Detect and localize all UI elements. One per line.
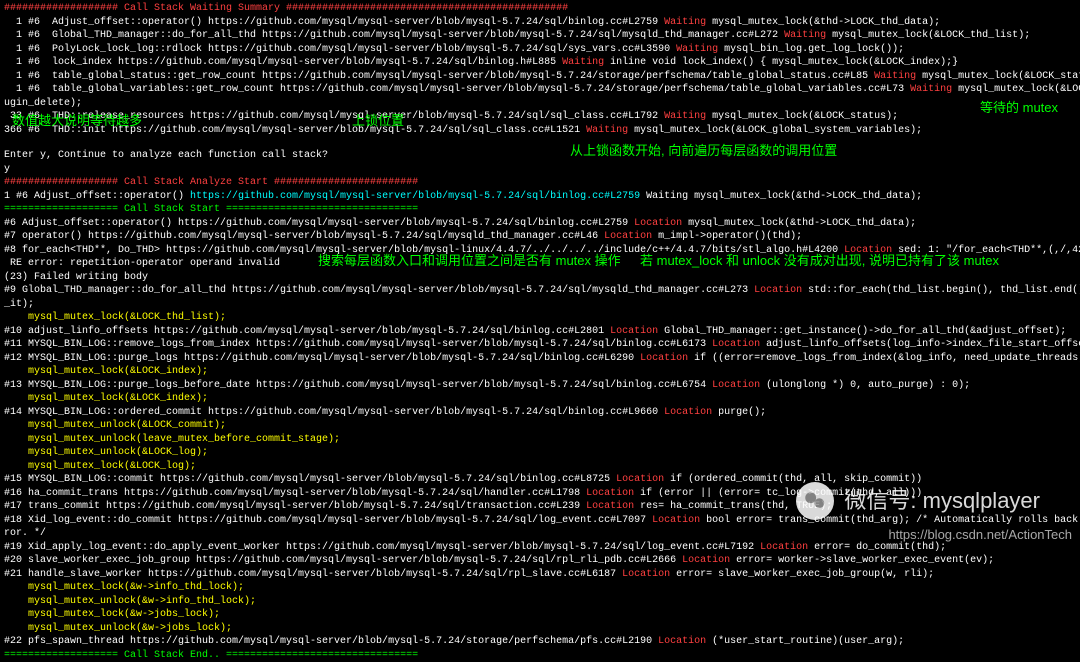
mutex-line: mysql_mutex_lock(&LOCK_log); <box>4 460 1076 474</box>
stack-line: #6 Adjust_offset::operator() https://git… <box>4 217 1076 231</box>
annotation-lockpos: 上锁位置 <box>352 112 404 130</box>
waiting-keyword: Waiting <box>784 30 826 41</box>
waiting-keyword: Waiting <box>664 111 706 122</box>
location-keyword: Location <box>634 218 682 229</box>
location-keyword: Location <box>652 515 700 526</box>
watermark: 微信号: mysqlplayer <box>796 482 1040 520</box>
call-stack-start: =================== Call Stack Start ===… <box>4 203 1076 217</box>
waiting-line: 1 #6 lock_index https://github.com/mysql… <box>4 56 1076 70</box>
waiting-line: 366 #6 THD::init https://github.com/mysq… <box>4 124 1076 138</box>
stack-line: #11 MYSQL_BIN_LOG::remove_logs_from_inde… <box>4 338 1076 352</box>
location-keyword: Location <box>586 488 634 499</box>
mutex-line: mysql_mutex_lock(&w->info_thd_lock); <box>4 581 1076 595</box>
annotation-traverse: 从上锁函数开始, 向前遍历每层函数的调用位置 <box>570 142 837 160</box>
location-keyword: Location <box>760 542 808 553</box>
stack-line: (23) Failed writing body <box>4 271 1076 285</box>
location-keyword: Location <box>622 569 670 580</box>
call-stack-end: =================== Call Stack End.. ===… <box>4 649 1076 662</box>
location-keyword: Location <box>658 636 706 647</box>
waiting-line: 1 #6 table_global_status::get_row_count … <box>4 70 1076 84</box>
waiting-keyword: Waiting <box>910 84 952 95</box>
mutex-line: mysql_mutex_unlock(&LOCK_log); <box>4 446 1076 460</box>
stack-line: #20 slave_worker_exec_job_group https://… <box>4 554 1076 568</box>
location-keyword: Location <box>604 231 652 242</box>
waiting-line: ugin_delete); <box>4 97 1076 111</box>
waiting-line: 33 #6 THD::release_resources https://git… <box>4 110 1076 124</box>
mutex-line: mysql_mutex_lock(&LOCK_thd_list); <box>4 311 1076 325</box>
csdn-watermark: https://blog.csdn.net/ActionTech <box>888 526 1072 544</box>
location-keyword: Location <box>616 474 664 485</box>
waiting-keyword: Waiting <box>562 57 604 68</box>
waiting-keyword: Waiting <box>664 17 706 28</box>
stack-line: _it); <box>4 298 1076 312</box>
terminal-output: ################### Call Stack Waiting S… <box>4 2 1076 662</box>
source-link[interactable]: https://github.com/mysql/mysql-server/bl… <box>190 191 640 202</box>
stack-line: #13 MYSQL_BIN_LOG::purge_logs_before_dat… <box>4 379 1076 393</box>
annotation-count: 数值越大说明等待越多 <box>12 112 142 130</box>
prompt: Enter y, Continue to analyze each functi… <box>4 150 328 161</box>
mutex-line: mysql_mutex_unlock(leave_mutex_before_co… <box>4 433 1076 447</box>
stack-line: #12 MYSQL_BIN_LOG::purge_logs https://gi… <box>4 352 1076 366</box>
prompt-y: y <box>4 163 1076 177</box>
location-keyword: Location <box>754 285 802 296</box>
waiting-keyword: Waiting <box>586 125 628 136</box>
wechat-icon <box>796 482 834 520</box>
location-keyword: Location <box>610 326 658 337</box>
stack-line: #14 MYSQL_BIN_LOG::ordered_commit https:… <box>4 406 1076 420</box>
location-keyword: Location <box>712 339 760 350</box>
waiting-keyword: Waiting <box>676 44 718 55</box>
location-keyword: Location <box>586 501 634 512</box>
stack-line: #7 operator() https://github.com/mysql/m… <box>4 230 1076 244</box>
header: ################### Call Stack Waiting S… <box>4 2 1076 16</box>
waiting-line: 1 #6 table_global_variables::get_row_cou… <box>4 83 1076 97</box>
waiting-line: 1 #6 Adjust_offset::operator() https://g… <box>4 16 1076 30</box>
waiting-line: 1 #6 Global_THD_manager::do_for_all_thd … <box>4 29 1076 43</box>
mutex-line: mysql_mutex_unlock(&w->jobs_lock); <box>4 622 1076 636</box>
mutex-line: mysql_mutex_unlock(&LOCK_commit); <box>4 419 1076 433</box>
location-keyword: Location <box>640 353 688 364</box>
mutex-line: mysql_mutex_unlock(&w->info_thd_lock); <box>4 595 1076 609</box>
annotation-waitmutex: 等待的 mutex <box>980 99 1058 117</box>
waiting-keyword: Waiting <box>874 71 916 82</box>
mutex-line: mysql_mutex_lock(&LOCK_index); <box>4 392 1076 406</box>
annotation-search: 搜索每层函数入口和调用位置之间是否有 mutex 操作 <box>318 252 621 270</box>
waiting-line: 1 #6 PolyLock_lock_log::rdlock https://g… <box>4 43 1076 57</box>
location-keyword: Location <box>664 407 712 418</box>
stack-line: #22 pfs_spawn_thread https://github.com/… <box>4 635 1076 649</box>
annotation-held: 若 mutex_lock 和 unlock 没有成对出现, 说明已持有了该 mu… <box>640 252 999 270</box>
location-keyword: Location <box>712 380 760 391</box>
location-keyword: Location <box>682 555 730 566</box>
mutex-line: mysql_mutex_lock(&LOCK_index); <box>4 365 1076 379</box>
mutex-line: mysql_mutex_lock(&w->jobs_lock); <box>4 608 1076 622</box>
stack-line: #21 handle_slave_worker https://github.c… <box>4 568 1076 582</box>
analyze-start: ################### Call Stack Analyze S… <box>4 176 1076 190</box>
stack-line: #9 Global_THD_manager::do_for_all_thd ht… <box>4 284 1076 298</box>
stack-line: #10 adjust_linfo_offsets https://github.… <box>4 325 1076 339</box>
